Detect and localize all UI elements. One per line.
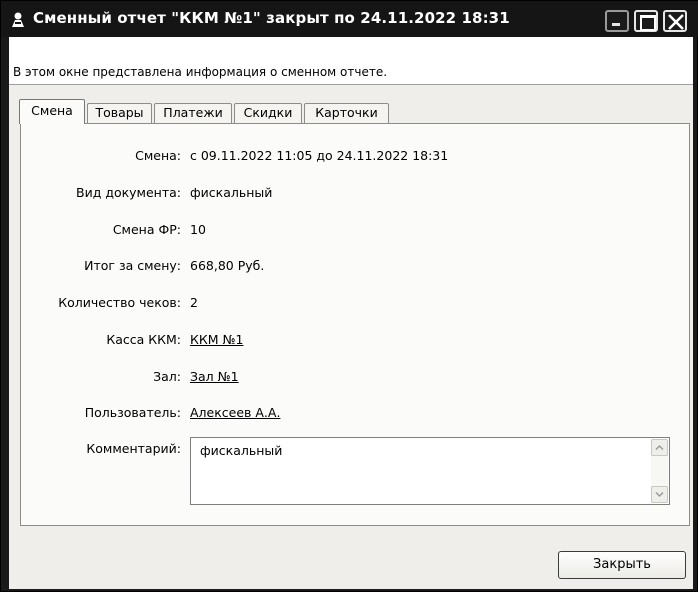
receipts-count-label: Количество чеков: [58, 295, 181, 310]
shift-total-value: 668,80 Руб. [190, 258, 265, 273]
shift-total-label: Итог за смену: [84, 258, 181, 273]
close-window-button[interactable] [663, 10, 687, 32]
user-icon [12, 12, 24, 27]
comment-label: Комментарий: [86, 441, 181, 456]
kkm-label: Касса ККМ: [106, 332, 181, 347]
tab-shift[interactable]: Смена [19, 99, 85, 124]
user-label: Пользователь: [84, 405, 181, 420]
minimize-button[interactable] [605, 10, 629, 32]
info-bar: В этом окне представлена информация о см… [9, 37, 693, 85]
scroll-up-button[interactable] [651, 439, 668, 456]
kkm-link[interactable]: ККМ №1 [190, 332, 243, 347]
comment-textarea[interactable]: фискальный [190, 437, 670, 505]
tab-cards[interactable]: Карточки [304, 103, 389, 123]
receipts-count-value: 2 [190, 295, 198, 310]
fr-shift-label: Смена ФР: [112, 222, 181, 237]
maximize-button[interactable] [634, 10, 658, 32]
user-link[interactable]: Алексеев А.А. [190, 405, 280, 420]
tab-panel-shift: Смена: с 09.11.2022 11:05 до 24.11.2022 … [20, 123, 690, 526]
fr-shift-value: 10 [190, 222, 206, 237]
tab-discounts[interactable]: Скидки [234, 103, 302, 123]
tab-goods[interactable]: Товары [87, 103, 152, 123]
doc-type-value: фискальный [190, 185, 273, 200]
hall-link[interactable]: Зал №1 [190, 369, 239, 384]
window-title: Сменный отчет "ККМ №1" закрыт по 24.11.2… [33, 9, 510, 27]
chevron-up-icon [655, 444, 664, 451]
info-text: В этом окне представлена информация о см… [13, 65, 388, 79]
comment-scrollbar[interactable] [651, 439, 668, 503]
hall-label: Зал: [153, 369, 181, 384]
chevron-down-icon [655, 491, 664, 498]
comment-text: фискальный [200, 443, 283, 458]
close-button[interactable]: Закрыть [558, 551, 686, 579]
shift-label: Смена: [135, 148, 181, 163]
window-client-area: В этом окне представлена информация о см… [9, 37, 693, 589]
tab-payments[interactable]: Платежи [154, 103, 232, 123]
scroll-down-button[interactable] [651, 486, 668, 503]
doc-type-label: Вид документа: [76, 185, 181, 200]
shift-report-window: Сменный отчет "ККМ №1" закрыт по 24.11.2… [0, 0, 698, 592]
title-bar[interactable]: Сменный отчет "ККМ №1" закрыт по 24.11.2… [1, 1, 698, 37]
shift-value: с 09.11.2022 11:05 до 24.11.2022 18:31 [190, 148, 449, 163]
close-icon [668, 14, 684, 30]
